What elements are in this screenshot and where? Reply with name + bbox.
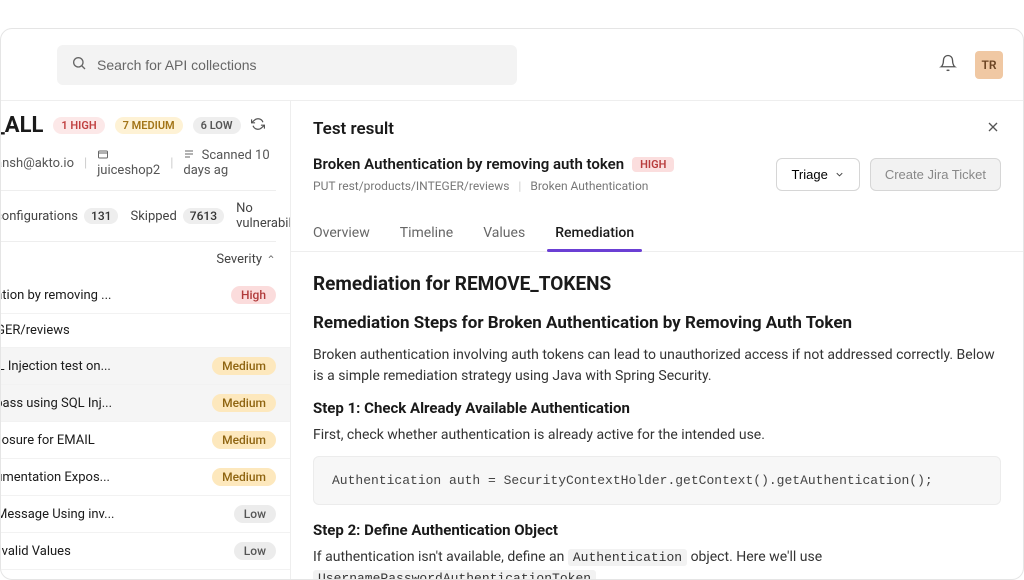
issue-row[interactable]: tication by removing ...High (1, 277, 290, 314)
chevron-down-icon (834, 169, 845, 180)
owner-email: ansh@akto.io (1, 156, 74, 171)
issue-row[interactable]: Bypass using SQL Inj...Medium (1, 385, 290, 422)
step1-text: First, check whether authentication is a… (313, 425, 1001, 446)
issue-row-title: s Invalid Values (1, 544, 234, 559)
step2-heading: Step 2: Define Authentication Object (313, 521, 1001, 539)
issue-row-title: tication by removing ... (1, 288, 231, 303)
remediation-subheading: Remediation Steps for Broken Authenticat… (313, 313, 1001, 333)
scan-time: Scanned 10 days ag (183, 148, 276, 178)
filter-configurations[interactable]: configurations 131 (1, 201, 118, 231)
severity-column-header[interactable]: Severity (1, 242, 290, 277)
tab-timeline[interactable]: Timeline (400, 215, 453, 251)
issue-row[interactable]: exposure for EMAILMedium (1, 422, 290, 459)
code-block-1: Authentication auth = SecurityContextHol… (313, 456, 1001, 505)
tab-values[interactable]: Values (483, 215, 525, 251)
issue-row-title: SQL Injection test on... (1, 359, 212, 374)
filter-no-vulnerability[interactable]: No vulnerabili (236, 201, 291, 231)
medium-count-pill: 7 MEDIUM (115, 117, 183, 134)
issue-row-title: TEGER/reviews (1, 323, 276, 338)
collection-name: juiceshop2 (97, 148, 160, 178)
tab-overview[interactable]: Overview (313, 215, 370, 251)
panel-title: Test result (313, 119, 394, 139)
search-input[interactable] (97, 57, 503, 73)
issue-row[interactable]: SQL Injection test on...Medium (1, 348, 290, 385)
search-input-wrap[interactable] (57, 45, 517, 85)
issue-row-title: Bypass using SQL Inj... (1, 396, 212, 411)
severity-badge: Medium (212, 357, 276, 375)
severity-badge: Medium (212, 468, 276, 486)
severity-badge: High (231, 286, 276, 304)
search-icon (71, 55, 97, 75)
remediation-heading: Remediation for REMOVE_TOKENS (313, 272, 1001, 295)
low-count-pill: 6 LOW (193, 117, 241, 134)
issue-row-title: ocumentation Expos... (1, 470, 212, 485)
issue-row[interactable]: TEGER/reviews (1, 314, 290, 348)
folder-icon (97, 148, 112, 163)
issue-category: Broken Authentication (530, 179, 648, 193)
scan-icon (183, 148, 201, 163)
tab-remediation[interactable]: Remediation (555, 215, 634, 251)
issue-row[interactable]: or Message Using inv...Low (1, 496, 290, 533)
severity-badge: HIGH (632, 157, 674, 172)
step1-heading: Step 1: Check Already Available Authenti… (313, 399, 1001, 417)
severity-badge: Medium (212, 431, 276, 449)
issue-row[interactable]: ocumentation Expos...Medium (1, 459, 290, 496)
close-panel-button[interactable] (985, 119, 1001, 139)
triage-button[interactable]: Triage (776, 158, 859, 191)
create-jira-button[interactable]: Create Jira Ticket (870, 158, 1001, 191)
severity-badge: Low (234, 542, 276, 560)
issue-title: Broken Authentication by removing auth t… (313, 155, 624, 173)
notifications-icon[interactable] (939, 54, 957, 76)
issue-row[interactable]: S Misconfiguration D...Low (1, 570, 290, 579)
endpoint-path: PUT rest/products/INTEGER/reviews (313, 179, 509, 193)
user-avatar[interactable]: TR (975, 51, 1003, 79)
issue-row-title: or Message Using inv... (1, 507, 234, 522)
severity-badge: Low (234, 505, 276, 523)
remediation-intro: Broken authentication involving auth tok… (313, 345, 1001, 387)
severity-badge: Medium (212, 394, 276, 412)
high-count-pill: 1 HIGH (53, 117, 104, 134)
refresh-icon[interactable] (251, 117, 265, 135)
issue-row-title: exposure for EMAIL (1, 433, 212, 448)
filter-skipped[interactable]: Skipped 7613 (130, 201, 224, 231)
suite-name: _ALL (1, 113, 43, 138)
